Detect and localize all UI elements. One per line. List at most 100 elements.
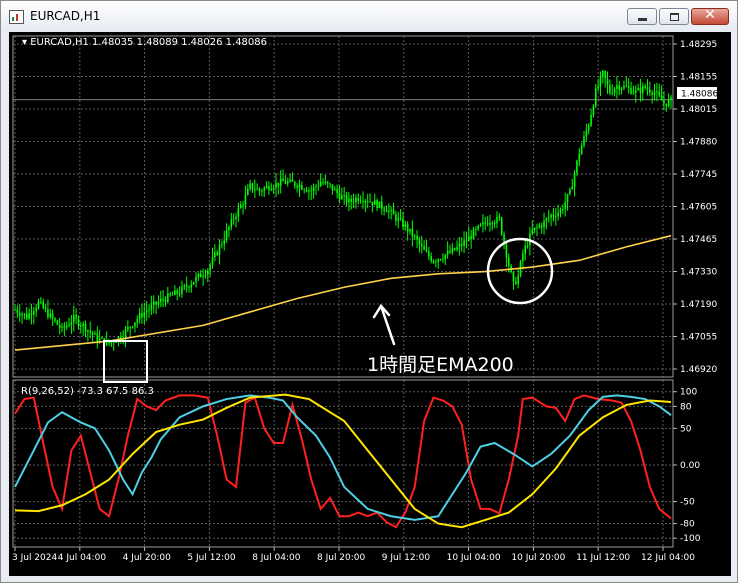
y-tick-label: 1.47745: [680, 170, 717, 180]
candle-body: [199, 273, 202, 278]
ema-line: [14, 234, 672, 351]
candle-body: [402, 218, 404, 227]
candle-body: [237, 207, 240, 217]
candle-body: [484, 222, 487, 224]
candle-body: [449, 250, 451, 253]
candle-body: [439, 259, 442, 261]
candle-body: [265, 186, 268, 189]
candle-body: [63, 326, 66, 328]
candle-body: [308, 190, 310, 192]
candle-body: [35, 308, 37, 312]
candle-body: [482, 222, 484, 225]
candle-body: [371, 201, 374, 205]
candle-body: [392, 209, 395, 215]
candle-body: [416, 235, 418, 240]
candle-body: [378, 201, 381, 209]
indicator-label: R(9,26,52) -73.3 67.5 86.3: [21, 386, 154, 397]
x-tick-label: 10 Jul 04:00: [447, 553, 501, 563]
candle-body: [670, 97, 672, 100]
candle-body: [183, 285, 186, 287]
candle-body: [18, 313, 21, 316]
candle-body: [282, 178, 284, 182]
x-tick-label: 11 Jul 12:00: [576, 553, 630, 563]
candle-body: [430, 256, 432, 261]
candle-body: [406, 224, 409, 232]
candle-body: [397, 217, 400, 221]
candle-body: [385, 210, 388, 212]
candle-body: [507, 257, 510, 266]
y-tick-label: 1.46920: [680, 365, 717, 375]
minimize-button[interactable]: [627, 8, 657, 25]
candle-body: [239, 205, 242, 208]
candle-body: [627, 86, 630, 88]
candle-body: [263, 188, 266, 192]
candle-body: [418, 239, 421, 245]
candle-body: [656, 91, 658, 93]
candle-body: [155, 301, 157, 305]
candle-body: [68, 325, 70, 327]
candle-body: [637, 87, 639, 91]
indicator-tick-label: 0.00: [680, 461, 700, 471]
candle-body: [437, 259, 440, 262]
candle-body: [211, 257, 214, 265]
candle-body: [404, 224, 407, 227]
candle-body: [590, 114, 592, 126]
arrow-up-left-icon: [372, 303, 396, 346]
candle-body: [569, 189, 571, 195]
candle-body: [470, 236, 472, 239]
candle-body: [390, 209, 393, 211]
chart-area[interactable]: 3 Jul 2024 4 Jul 04:00 4 Jul 20:00 5 Jul 12…: [9, 32, 731, 576]
candle-body: [223, 240, 226, 245]
candle-body: [432, 260, 435, 263]
candle-body: [185, 285, 188, 287]
candle-body: [277, 182, 280, 186]
candle-body: [82, 323, 84, 327]
candle-body: [134, 322, 136, 327]
candle-body: [594, 88, 597, 107]
candle-body: [315, 186, 317, 188]
candle-body: [524, 245, 527, 254]
candle-body: [329, 183, 331, 185]
candle-body: [345, 194, 348, 203]
candle-body: [632, 92, 635, 94]
candle-body: [380, 201, 383, 209]
y-tick-label: 1.48295: [680, 40, 717, 50]
candle-body: [261, 191, 263, 192]
candle-body: [319, 182, 322, 186]
candle-body: [475, 228, 477, 230]
candle-body: [14, 309, 16, 311]
candle-body: [451, 248, 454, 253]
candle-body: [30, 313, 33, 315]
y-tick-label: 1.47055: [680, 333, 717, 343]
candle-body: [324, 181, 327, 183]
candle-body: [625, 85, 628, 87]
candle-body: [641, 86, 644, 93]
x-tick-label: 3 Jul 2024: [12, 553, 57, 563]
candle-body: [37, 301, 40, 309]
candle-body: [291, 179, 294, 182]
candle-body: [89, 330, 92, 333]
chart-canvas[interactable]: 3 Jul 2024 4 Jul 04:00 4 Jul 20:00 5 Jul 12…: [9, 32, 731, 576]
candle-body: [493, 222, 496, 224]
close-button[interactable]: ✕: [691, 7, 729, 25]
candle-body: [136, 319, 139, 323]
candle-body: [96, 333, 99, 342]
y-tick-label: 1.48015: [680, 105, 717, 115]
maximize-button[interactable]: [659, 8, 689, 25]
candle-body: [505, 243, 508, 258]
candle-body: [127, 326, 129, 330]
candle-body: [204, 274, 207, 276]
candle-body: [94, 333, 96, 335]
y-tick-label: 1.47880: [680, 138, 717, 148]
x-tick-label: 4 Jul 20:00: [123, 553, 172, 563]
candle-body: [286, 181, 289, 184]
candle-body: [580, 145, 583, 155]
title-bar[interactable]: EURCAD,H1 ✕: [1, 1, 737, 31]
candle-body: [613, 88, 616, 93]
candle-body: [157, 301, 160, 305]
candle-body: [446, 250, 449, 255]
candle-body: [576, 160, 578, 174]
candle-body: [606, 78, 609, 85]
candle-body: [317, 185, 320, 187]
candle-body: [348, 198, 350, 203]
